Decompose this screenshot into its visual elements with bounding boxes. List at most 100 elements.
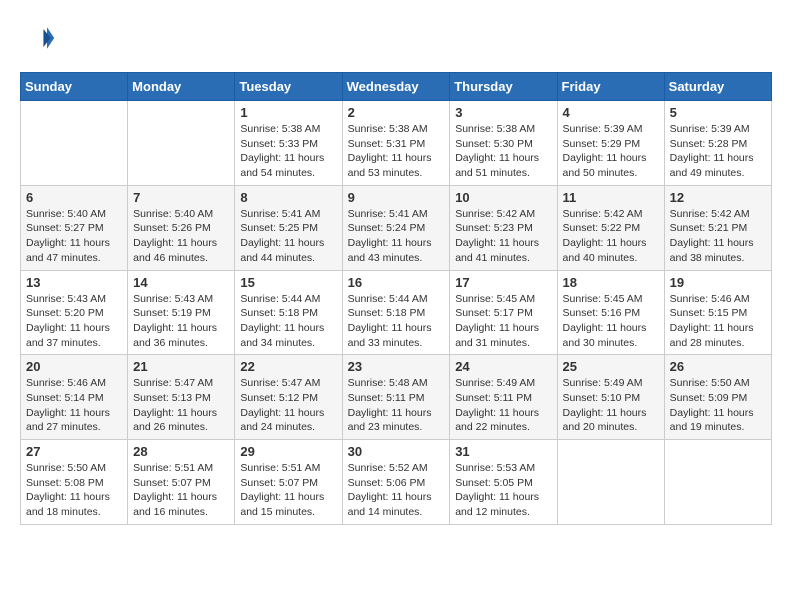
- calendar-cell: 15 Sunrise: 5:44 AM Sunset: 5:18 PM Dayli…: [235, 270, 342, 355]
- calendar-cell: [21, 101, 128, 186]
- day-number: 7: [133, 190, 229, 205]
- day-number: 5: [670, 105, 766, 120]
- logo-icon: [20, 20, 56, 56]
- day-number: 30: [348, 444, 445, 459]
- day-info: Sunrise: 5:51 AM Sunset: 5:07 PM Dayligh…: [240, 461, 336, 520]
- calendar-cell: 12 Sunrise: 5:42 AM Sunset: 5:21 PM Dayli…: [664, 185, 771, 270]
- calendar-header-row: SundayMondayTuesdayWednesdayThursdayFrid…: [21, 73, 772, 101]
- day-info: Sunrise: 5:38 AM Sunset: 5:30 PM Dayligh…: [455, 122, 551, 181]
- day-info: Sunrise: 5:49 AM Sunset: 5:10 PM Dayligh…: [563, 376, 659, 435]
- day-number: 22: [240, 359, 336, 374]
- day-number: 6: [26, 190, 122, 205]
- day-number: 27: [26, 444, 122, 459]
- weekday-header-thursday: Thursday: [450, 73, 557, 101]
- calendar-cell: 19 Sunrise: 5:46 AM Sunset: 5:15 PM Dayli…: [664, 270, 771, 355]
- calendar-cell: 29 Sunrise: 5:51 AM Sunset: 5:07 PM Dayli…: [235, 440, 342, 525]
- calendar-cell: 9 Sunrise: 5:41 AM Sunset: 5:24 PM Daylig…: [342, 185, 450, 270]
- day-info: Sunrise: 5:41 AM Sunset: 5:24 PM Dayligh…: [348, 207, 445, 266]
- day-info: Sunrise: 5:41 AM Sunset: 5:25 PM Dayligh…: [240, 207, 336, 266]
- day-number: 23: [348, 359, 445, 374]
- day-info: Sunrise: 5:43 AM Sunset: 5:20 PM Dayligh…: [26, 292, 122, 351]
- calendar-week-row: 6 Sunrise: 5:40 AM Sunset: 5:27 PM Daylig…: [21, 185, 772, 270]
- day-number: 11: [563, 190, 659, 205]
- day-number: 8: [240, 190, 336, 205]
- calendar-cell: 14 Sunrise: 5:43 AM Sunset: 5:19 PM Dayli…: [128, 270, 235, 355]
- day-number: 4: [563, 105, 659, 120]
- day-info: Sunrise: 5:47 AM Sunset: 5:12 PM Dayligh…: [240, 376, 336, 435]
- calendar-cell: [128, 101, 235, 186]
- day-number: 21: [133, 359, 229, 374]
- calendar-cell: 10 Sunrise: 5:42 AM Sunset: 5:23 PM Dayli…: [450, 185, 557, 270]
- day-number: 19: [670, 275, 766, 290]
- day-info: Sunrise: 5:38 AM Sunset: 5:33 PM Dayligh…: [240, 122, 336, 181]
- calendar-cell: 30Sunrise: 5:52 AM Sunset: 5:06 PM Dayli…: [342, 440, 450, 525]
- day-info: Sunrise: 5:39 AM Sunset: 5:28 PM Dayligh…: [670, 122, 766, 181]
- day-info: Sunrise: 5:42 AM Sunset: 5:21 PM Dayligh…: [670, 207, 766, 266]
- calendar-week-row: 13Sunrise: 5:43 AM Sunset: 5:20 PM Dayli…: [21, 270, 772, 355]
- day-info: Sunrise: 5:40 AM Sunset: 5:27 PM Dayligh…: [26, 207, 122, 266]
- calendar-cell: [557, 440, 664, 525]
- day-info: Sunrise: 5:45 AM Sunset: 5:16 PM Dayligh…: [563, 292, 659, 351]
- day-number: 16: [348, 275, 445, 290]
- day-info: Sunrise: 5:40 AM Sunset: 5:26 PM Dayligh…: [133, 207, 229, 266]
- day-number: 12: [670, 190, 766, 205]
- calendar-cell: 11 Sunrise: 5:42 AM Sunset: 5:22 PM Dayli…: [557, 185, 664, 270]
- day-info: Sunrise: 5:43 AM Sunset: 5:19 PM Dayligh…: [133, 292, 229, 351]
- calendar-cell: [664, 440, 771, 525]
- calendar-cell: 13Sunrise: 5:43 AM Sunset: 5:20 PM Dayli…: [21, 270, 128, 355]
- day-info: Sunrise: 5:42 AM Sunset: 5:23 PM Dayligh…: [455, 207, 551, 266]
- weekday-header-sunday: Sunday: [21, 73, 128, 101]
- day-number: 31: [455, 444, 551, 459]
- calendar-cell: 31 Sunrise: 5:53 AM Sunset: 5:05 PM Dayli…: [450, 440, 557, 525]
- day-number: 15: [240, 275, 336, 290]
- day-number: 20: [26, 359, 122, 374]
- calendar-week-row: 27 Sunrise: 5:50 AM Sunset: 5:08 PM Dayli…: [21, 440, 772, 525]
- weekday-header-tuesday: Tuesday: [235, 73, 342, 101]
- calendar-cell: 20 Sunrise: 5:46 AM Sunset: 5:14 PM Dayli…: [21, 355, 128, 440]
- weekday-header-friday: Friday: [557, 73, 664, 101]
- calendar-cell: 4 Sunrise: 5:39 AM Sunset: 5:29 PM Daylig…: [557, 101, 664, 186]
- day-info: Sunrise: 5:42 AM Sunset: 5:22 PM Dayligh…: [563, 207, 659, 266]
- calendar-cell: 27 Sunrise: 5:50 AM Sunset: 5:08 PM Dayli…: [21, 440, 128, 525]
- calendar-cell: 2 Sunrise: 5:38 AM Sunset: 5:31 PM Daylig…: [342, 101, 450, 186]
- calendar-cell: 28Sunrise: 5:51 AM Sunset: 5:07 PM Dayli…: [128, 440, 235, 525]
- weekday-header-monday: Monday: [128, 73, 235, 101]
- day-info: Sunrise: 5:50 AM Sunset: 5:08 PM Dayligh…: [26, 461, 122, 520]
- calendar-cell: 3Sunrise: 5:38 AM Sunset: 5:30 PM Daylig…: [450, 101, 557, 186]
- calendar-cell: 21 Sunrise: 5:47 AM Sunset: 5:13 PM Dayli…: [128, 355, 235, 440]
- calendar-cell: 16 Sunrise: 5:44 AM Sunset: 5:18 PM Dayli…: [342, 270, 450, 355]
- day-info: Sunrise: 5:53 AM Sunset: 5:05 PM Dayligh…: [455, 461, 551, 520]
- calendar-cell: 26 Sunrise: 5:50 AM Sunset: 5:09 PM Dayli…: [664, 355, 771, 440]
- day-number: 14: [133, 275, 229, 290]
- day-info: Sunrise: 5:44 AM Sunset: 5:18 PM Dayligh…: [348, 292, 445, 351]
- calendar-cell: 5 Sunrise: 5:39 AM Sunset: 5:28 PM Daylig…: [664, 101, 771, 186]
- day-info: Sunrise: 5:38 AM Sunset: 5:31 PM Dayligh…: [348, 122, 445, 181]
- day-info: Sunrise: 5:39 AM Sunset: 5:29 PM Dayligh…: [563, 122, 659, 181]
- day-info: Sunrise: 5:46 AM Sunset: 5:14 PM Dayligh…: [26, 376, 122, 435]
- calendar-cell: 7 Sunrise: 5:40 AM Sunset: 5:26 PM Daylig…: [128, 185, 235, 270]
- day-number: 2: [348, 105, 445, 120]
- day-number: 29: [240, 444, 336, 459]
- day-number: 24: [455, 359, 551, 374]
- day-number: 10: [455, 190, 551, 205]
- day-number: 1: [240, 105, 336, 120]
- weekday-header-saturday: Saturday: [664, 73, 771, 101]
- day-number: 25: [563, 359, 659, 374]
- calendar-table: SundayMondayTuesdayWednesdayThursdayFrid…: [20, 72, 772, 525]
- day-info: Sunrise: 5:44 AM Sunset: 5:18 PM Dayligh…: [240, 292, 336, 351]
- day-info: Sunrise: 5:49 AM Sunset: 5:11 PM Dayligh…: [455, 376, 551, 435]
- day-info: Sunrise: 5:47 AM Sunset: 5:13 PM Dayligh…: [133, 376, 229, 435]
- day-info: Sunrise: 5:50 AM Sunset: 5:09 PM Dayligh…: [670, 376, 766, 435]
- page-header: [20, 20, 772, 56]
- day-info: Sunrise: 5:48 AM Sunset: 5:11 PM Dayligh…: [348, 376, 445, 435]
- calendar-week-row: 1 Sunrise: 5:38 AM Sunset: 5:33 PM Daylig…: [21, 101, 772, 186]
- calendar-cell: 22 Sunrise: 5:47 AM Sunset: 5:12 PM Dayli…: [235, 355, 342, 440]
- calendar-cell: 1 Sunrise: 5:38 AM Sunset: 5:33 PM Daylig…: [235, 101, 342, 186]
- calendar-cell: 17Sunrise: 5:45 AM Sunset: 5:17 PM Dayli…: [450, 270, 557, 355]
- calendar-cell: 25 Sunrise: 5:49 AM Sunset: 5:10 PM Dayli…: [557, 355, 664, 440]
- day-info: Sunrise: 5:46 AM Sunset: 5:15 PM Dayligh…: [670, 292, 766, 351]
- calendar-cell: 23 Sunrise: 5:48 AM Sunset: 5:11 PM Dayli…: [342, 355, 450, 440]
- day-number: 26: [670, 359, 766, 374]
- day-number: 9: [348, 190, 445, 205]
- day-info: Sunrise: 5:45 AM Sunset: 5:17 PM Dayligh…: [455, 292, 551, 351]
